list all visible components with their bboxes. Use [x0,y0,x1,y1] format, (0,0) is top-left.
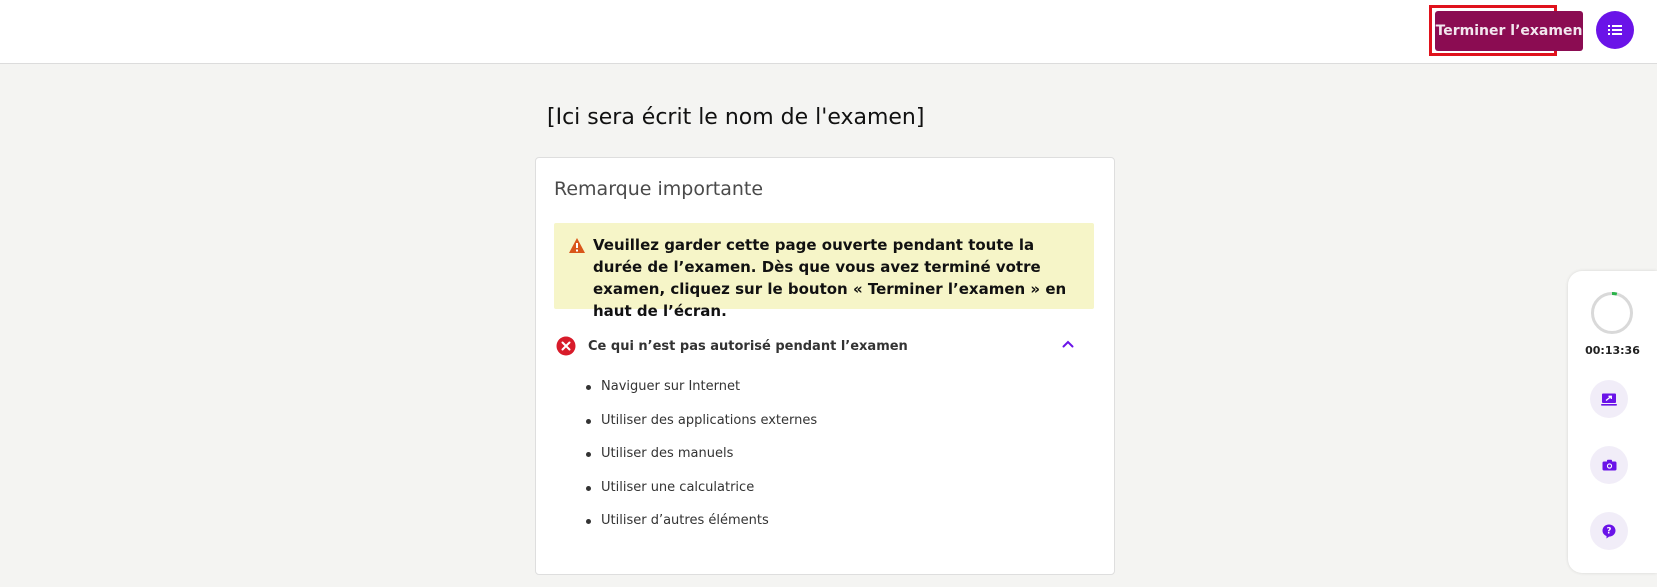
timer-progress-ring [1591,292,1633,334]
warning-banner: Veuillez garder cette page ouverte penda… [554,223,1094,320]
help-button[interactable]: ? [1590,512,1628,550]
list-item: Utiliser d’autres éléments [586,512,817,546]
not-allowed-section-toggle[interactable]: Ce qui n’est pas autorisé pendant l’exam… [554,331,1094,361]
exam-title: [Ici sera écrit le nom de l'examen] [547,105,925,130]
list-item: Utiliser une calculatrice [586,479,817,513]
chevron-up-icon[interactable] [1062,340,1074,348]
help-icon: ? [1602,524,1616,538]
list-item: Utiliser des applications externes [586,412,817,446]
warning-text: Veuillez garder cette page ouverte penda… [593,236,1067,320]
proctoring-side-panel: 00:13:36 ? [1568,271,1657,573]
not-allowed-section-label: Ce qui n’est pas autorisé pendant l’exam… [588,339,908,354]
camera-icon [1602,459,1616,471]
list-item: Naviguer sur Internet [586,378,817,412]
list-icon [1608,25,1622,35]
menu-button[interactable] [1596,11,1634,49]
notice-title: Remarque importante [554,178,764,200]
list-item: Utiliser des manuels [586,445,817,479]
screen-share-icon [1601,393,1617,406]
warning-triangle-icon [569,238,585,253]
finish-exam-button[interactable]: Terminer l’examen [1435,11,1583,51]
not-allowed-list: Naviguer sur Internet Utiliser des appli… [586,378,817,546]
timer-text: 00:13:36 [1585,344,1640,357]
top-bar: Terminer l’examen [0,0,1657,64]
svg-text:?: ? [1607,526,1612,536]
screen-share-button[interactable] [1590,380,1628,418]
camera-button[interactable] [1590,446,1628,484]
x-circle-icon [556,336,576,356]
important-notice-card: Remarque importante Veuillez garder cett… [535,157,1115,575]
